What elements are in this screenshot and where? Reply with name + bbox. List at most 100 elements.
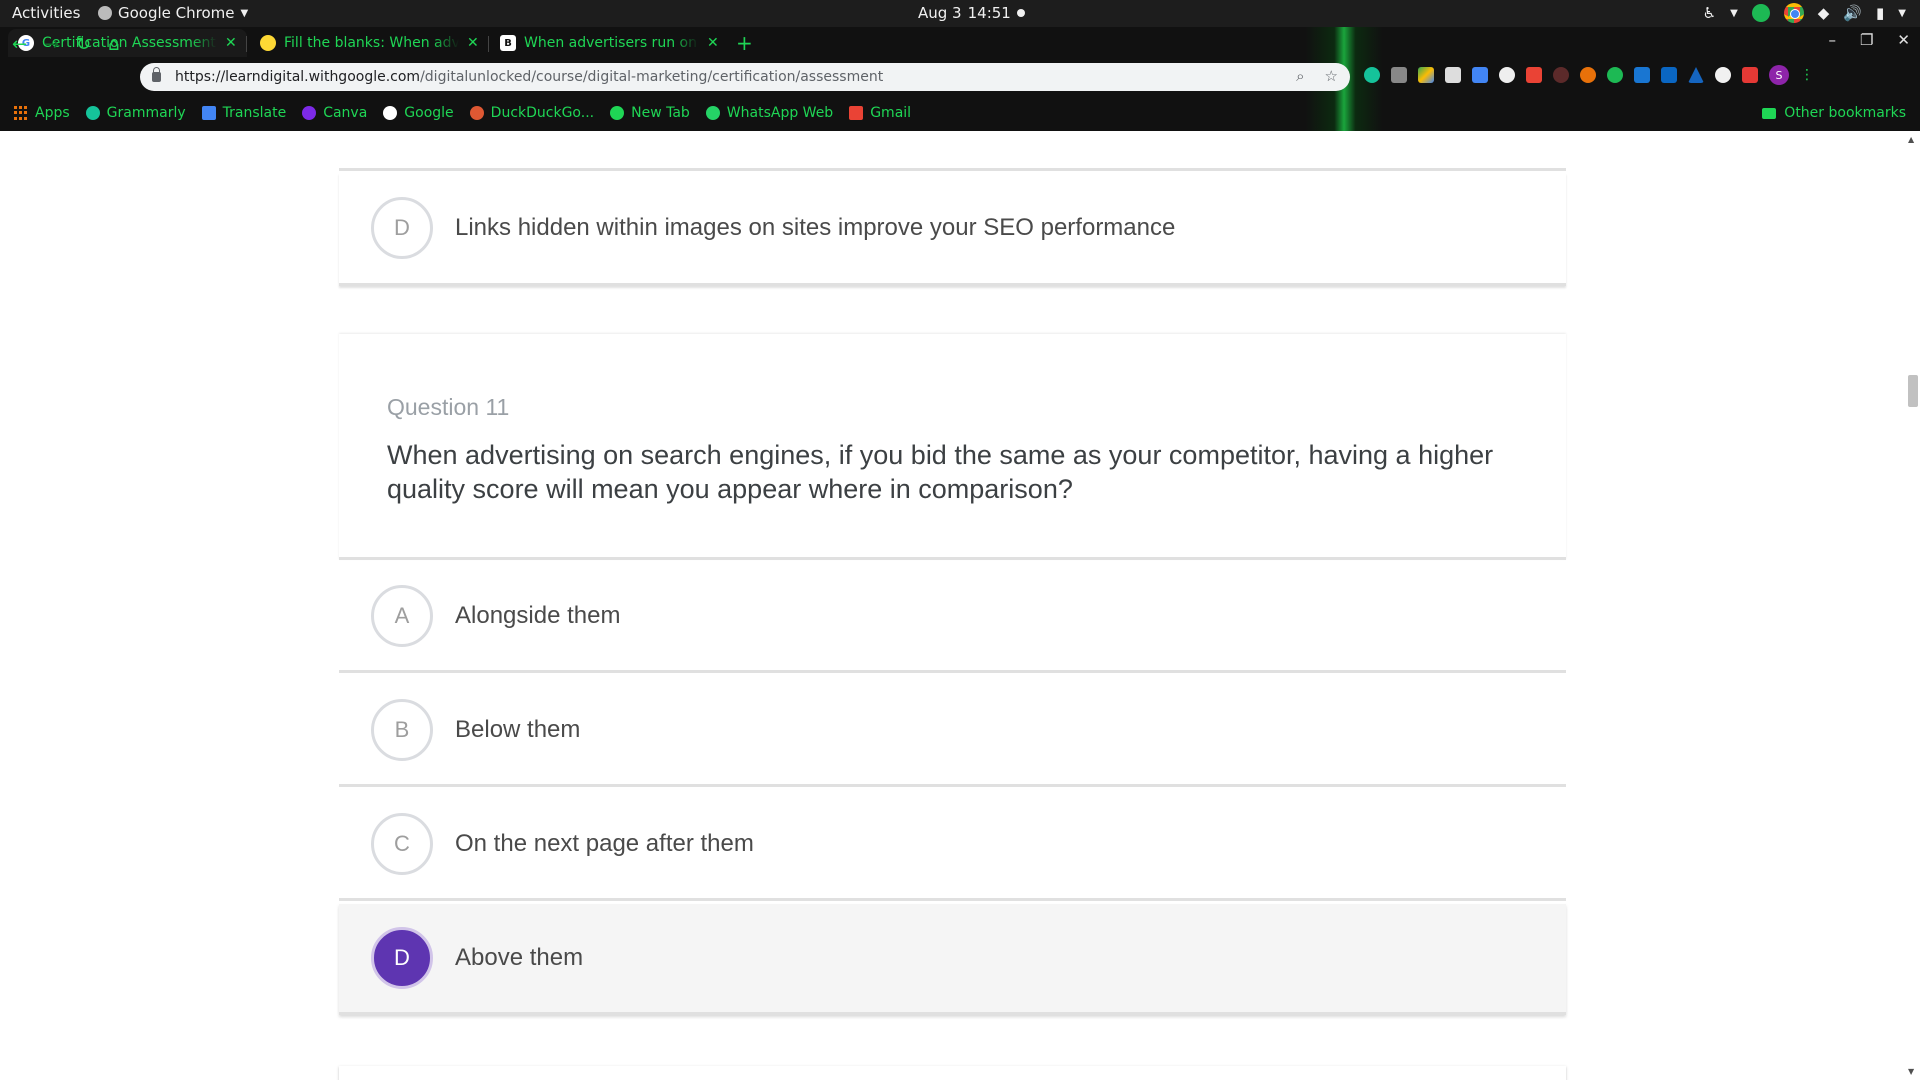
- answer-option-d[interactable]: D Above them: [339, 904, 1566, 1015]
- question-text: When advertising on search engines, if y…: [387, 440, 1494, 504]
- youtube-extension-icon[interactable]: [1742, 67, 1758, 83]
- bookmark-label: Grammarly: [106, 105, 186, 121]
- bookmark-gmail[interactable]: Gmail: [849, 105, 911, 121]
- calendar-extension-icon[interactable]: [1472, 67, 1488, 83]
- bookmark-grammarly[interactable]: Grammarly: [85, 105, 186, 121]
- brainly-favicon-icon: B: [500, 35, 516, 51]
- prev-answer-option-c[interactable]: [339, 131, 1566, 171]
- question-number: Question 11: [387, 394, 510, 420]
- bookmark-duckduckgo[interactable]: DuckDuckGo...: [469, 105, 595, 121]
- close-window-icon[interactable]: ✕: [1897, 31, 1910, 49]
- answer-option-b[interactable]: B Below them: [339, 676, 1566, 787]
- close-icon[interactable]: ✕: [225, 35, 237, 51]
- lock-icon[interactable]: [152, 67, 161, 82]
- system-tray[interactable]: ♿ ▼ ◆ 🔊 ▮ ▼: [1703, 3, 1906, 23]
- bookmark-whatsapp[interactable]: WhatsApp Web: [705, 105, 834, 121]
- close-icon[interactable]: ✕: [467, 35, 479, 51]
- clock-date: Aug 3: [918, 4, 962, 22]
- folder-icon: [1762, 107, 1777, 119]
- battery-icon: ▮: [1876, 4, 1885, 22]
- extension-icon[interactable]: [1391, 67, 1407, 83]
- option-letter: B: [371, 699, 433, 761]
- grammarly-extension-icon[interactable]: [1364, 67, 1380, 83]
- bookmark-label: Translate: [222, 105, 287, 121]
- bookmark-label: WhatsApp Web: [726, 105, 834, 121]
- system-top-bar: Activities Google Chrome ▼ Aug 3 14:51 ♿…: [0, 0, 1920, 27]
- back-arrow-icon[interactable]: ←: [12, 34, 27, 55]
- new-tab-plus-icon[interactable]: +: [736, 31, 753, 55]
- canva-icon: [302, 106, 317, 120]
- restore-icon[interactable]: ❐: [1860, 31, 1873, 49]
- bookmark-label: New Tab: [631, 105, 690, 121]
- scrollbar-thumb[interactable]: [1908, 375, 1918, 407]
- extensions-area: S ⋮: [1364, 65, 1814, 85]
- bookmark-canva[interactable]: Canva: [302, 105, 367, 121]
- answer-option-c[interactable]: C On the next page after them: [339, 790, 1566, 901]
- option-letter: A: [371, 585, 433, 647]
- app-menu-label: Google Chrome: [118, 4, 235, 22]
- scroll-down-arrow-icon[interactable]: ▼: [1908, 1067, 1914, 1076]
- bulb-favicon-icon: [260, 35, 276, 51]
- address-bar[interactable]: https://learndigital.withgoogle.com/digi…: [140, 63, 1350, 91]
- tab-when-advertisers[interactable]: B When advertisers run onl ✕: [490, 29, 729, 57]
- mail-extension-icon[interactable]: [1445, 67, 1461, 83]
- clock[interactable]: Aug 3 14:51: [918, 4, 1025, 22]
- translate-icon: [201, 106, 216, 120]
- activities-button[interactable]: Activities: [12, 4, 80, 22]
- extension-icon[interactable]: [1607, 67, 1623, 83]
- bookmark-apps[interactable]: Apps: [14, 105, 70, 121]
- chevron-down-icon[interactable]: ▼: [1730, 8, 1738, 19]
- option-text: Above them: [455, 944, 584, 971]
- app-menu[interactable]: Google Chrome ▼: [98, 4, 248, 22]
- home-icon[interactable]: ⌂: [108, 34, 119, 55]
- question-card: Question 11 When advertising on search e…: [339, 334, 1566, 560]
- url-host: https://learndigital.withgoogle.com: [175, 69, 421, 85]
- reload-icon[interactable]: ↻: [76, 34, 91, 55]
- bookmark-label: Gmail: [870, 105, 912, 121]
- extension-icon[interactable]: [1553, 67, 1569, 83]
- bookmark-label: DuckDuckGo...: [490, 105, 595, 121]
- drive-extension-icon[interactable]: [1418, 67, 1434, 83]
- zoom-icon[interactable]: ⌕: [1296, 67, 1304, 85]
- extension-icon[interactable]: [1715, 67, 1731, 83]
- option-letter: C: [371, 813, 433, 875]
- option-letter: D: [371, 927, 433, 989]
- bookmark-google[interactable]: Google: [383, 105, 454, 121]
- tab-separator: [488, 36, 489, 52]
- timer-extension-icon[interactable]: [1499, 67, 1515, 83]
- bookmark-translate[interactable]: Translate: [201, 105, 287, 121]
- minimize-icon[interactable]: –: [1828, 31, 1836, 49]
- prev-answer-option-d[interactable]: D Links hidden within images on sites im…: [339, 173, 1566, 286]
- tab-title: Certification Assessment: [42, 35, 216, 51]
- extension-icon[interactable]: [1634, 67, 1650, 83]
- answer-option-a[interactable]: A Alongside them: [339, 562, 1566, 673]
- linkedin-extension-icon[interactable]: [1661, 67, 1677, 83]
- option-text: On the next page after them: [455, 830, 754, 857]
- apps-grid-icon: [14, 106, 28, 120]
- accessibility-icon[interactable]: ♿: [1703, 4, 1716, 22]
- other-bookmarks[interactable]: Other bookmarks: [1762, 105, 1906, 121]
- bookmark-star-icon[interactable]: ☆: [1325, 67, 1338, 85]
- url-path: /digitalunlocked/course/digital-marketin…: [420, 69, 884, 85]
- forward-arrow-icon[interactable]: →: [44, 34, 59, 55]
- menu-kebab-icon[interactable]: ⋮: [1800, 67, 1814, 83]
- chevron-down-icon[interactable]: ▼: [1898, 8, 1906, 19]
- gmail-extension-icon[interactable]: [1526, 67, 1542, 83]
- tab-fill-the-blanks[interactable]: Fill the blanks: When adve ✕: [250, 29, 489, 57]
- extension-icon[interactable]: [1688, 67, 1704, 83]
- chrome-tray-icon[interactable]: [1783, 3, 1804, 23]
- assessment-page: D Links hidden within images on sites im…: [0, 131, 1920, 1080]
- duckduckgo-icon: [469, 106, 484, 120]
- clock-time: 14:51: [967, 4, 1011, 22]
- option-letter: D: [371, 197, 433, 259]
- page-scrollbar[interactable]: ▲ ▼: [1904, 131, 1920, 1080]
- scroll-up-arrow-icon[interactable]: ▲: [1908, 135, 1914, 144]
- option-text: Alongside them: [455, 602, 621, 629]
- spotify-icon[interactable]: [1751, 4, 1770, 22]
- chrome-app-icon: [98, 6, 112, 20]
- extension-icon[interactable]: [1580, 67, 1596, 83]
- bookmark-new-tab[interactable]: New Tab: [610, 105, 690, 121]
- close-icon[interactable]: ✕: [707, 35, 719, 51]
- notification-dot-icon: [1016, 9, 1025, 17]
- profile-avatar[interactable]: S: [1769, 65, 1789, 85]
